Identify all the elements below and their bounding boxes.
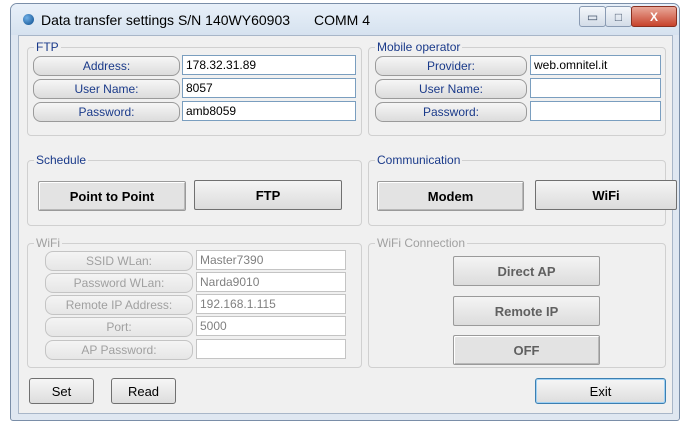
wifi-port-field[interactable]: 5000: [196, 316, 346, 336]
wifi-password-label: Password WLan:: [45, 273, 193, 293]
set-button[interactable]: Set: [29, 378, 94, 404]
ftp-password-field[interactable]: amb8059: [182, 101, 356, 121]
wifi-ssid-label: SSID WLan:: [45, 251, 193, 271]
maximize-icon: □: [614, 9, 623, 24]
point-to-point-button[interactable]: Point to Point: [38, 181, 186, 211]
direct-ap-button[interactable]: Direct AP: [453, 256, 600, 286]
modem-button[interactable]: Modem: [377, 181, 524, 211]
client-area: FTP Address: 178.32.31.89 User Name: 805…: [18, 35, 677, 414]
comm-port-label: COMM 4: [314, 12, 370, 28]
ftp-password-label: Password:: [33, 102, 180, 122]
mobile-provider-label: Provider:: [375, 56, 527, 76]
mobile-operator-group: Mobile operator Provider: web.omnitel.it…: [368, 40, 666, 136]
wifi-ssid-field[interactable]: Master7390: [196, 250, 346, 270]
title-bar: Data transfer settings S/N 140WY60903 CO…: [11, 4, 679, 35]
wifi-off-button[interactable]: OFF: [453, 335, 600, 365]
ftp-address-label: Address:: [33, 56, 180, 76]
wifi-connection-group-label: WiFi Connection: [375, 236, 468, 250]
settings-window: Data transfer settings S/N 140WY60903 CO…: [10, 3, 680, 421]
mobile-operator-group-label: Mobile operator: [375, 40, 463, 54]
wifi-ap-password-field[interactable]: [196, 339, 346, 359]
wifi-ap-password-label: AP Password:: [45, 340, 193, 360]
ftp-address-field[interactable]: 178.32.31.89: [182, 55, 356, 75]
communication-group-label: Communication: [375, 153, 463, 167]
wifi-connection-group: WiFi Connection Direct AP Remote IP OFF: [368, 236, 666, 368]
mobile-username-label: User Name:: [375, 79, 527, 99]
schedule-group-label: Schedule: [34, 153, 89, 167]
wifi-port-label: Port:: [45, 317, 193, 337]
close-button[interactable]: X: [631, 6, 677, 27]
minimize-icon: ▭: [586, 9, 599, 24]
wifi-button[interactable]: WiFi: [535, 180, 677, 210]
schedule-ftp-button[interactable]: FTP: [194, 180, 342, 210]
remote-ip-button[interactable]: Remote IP: [453, 296, 600, 326]
window-title: Data transfer settings S/N 140WY60903: [41, 12, 291, 28]
close-icon: X: [649, 9, 658, 24]
ftp-username-field[interactable]: 8057: [182, 78, 356, 98]
minimize-button[interactable]: ▭: [579, 6, 606, 27]
ftp-group: FTP Address: 178.32.31.89 User Name: 805…: [27, 40, 362, 136]
mobile-password-field[interactable]: [530, 101, 661, 121]
read-button[interactable]: Read: [111, 378, 176, 404]
mobile-password-label: Password:: [375, 102, 527, 122]
wifi-remote-ip-label: Remote IP Address:: [45, 295, 193, 315]
mobile-provider-field[interactable]: web.omnitel.it: [530, 55, 661, 75]
communication-group: Communication Modem WiFi: [368, 153, 677, 226]
wifi-group: WiFi SSID WLan: Master7390 Password WLan…: [27, 236, 362, 368]
exit-button[interactable]: Exit: [535, 378, 666, 404]
ftp-username-label: User Name:: [33, 79, 180, 99]
mobile-username-field[interactable]: [530, 78, 661, 98]
ftp-group-label: FTP: [34, 40, 61, 54]
app-icon: [23, 14, 34, 25]
wifi-password-field[interactable]: Narda9010: [196, 272, 346, 292]
schedule-group: Schedule Point to Point FTP: [27, 153, 362, 226]
maximize-button[interactable]: □: [605, 6, 632, 27]
wifi-group-label: WiFi: [34, 236, 62, 250]
wifi-remote-ip-field[interactable]: 192.168.1.115: [196, 294, 346, 314]
